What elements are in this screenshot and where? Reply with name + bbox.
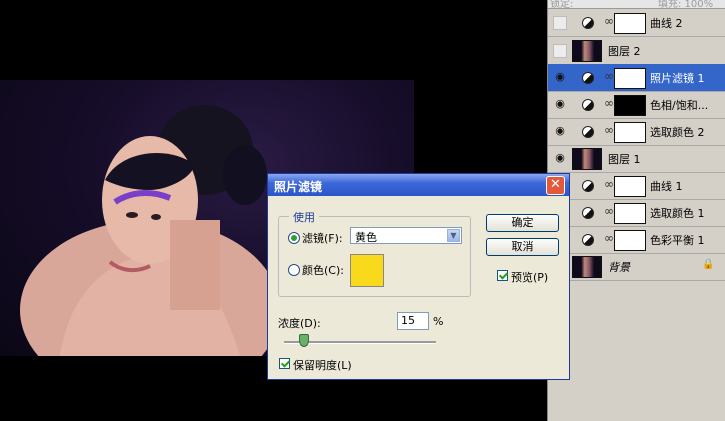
link-chain-icon: ∞ [604, 123, 614, 137]
color-radio-label[interactable]: 颜色(C): [302, 262, 344, 278]
link-chain-icon: ∞ [604, 14, 614, 28]
photo-filter-dialog: 照片滤镜 ✕ 使用 滤镜(F): 黄色 ▼ 颜色(C): 确定 取消 预览(P)… [267, 173, 570, 380]
layer-name: 色相/饱和... [650, 99, 709, 112]
density-slider-thumb[interactable] [299, 334, 309, 347]
use-group-label: 使用 [289, 209, 319, 225]
adjustment-layer-icon [582, 234, 594, 246]
visibility-toggle[interactable] [553, 16, 567, 30]
layer-row-curves-1[interactable]: ◉ ∞ 曲线 1 [548, 172, 725, 200]
layer-row-selective-color-2[interactable]: ◉ ∞ 选取颜色 2 [548, 118, 725, 146]
layer-mask-thumbnail[interactable] [614, 95, 646, 116]
layer-mask-thumbnail[interactable] [614, 68, 646, 89]
layer-row-background[interactable]: ◉ 背景 🔒 [548, 253, 725, 281]
link-chain-icon: ∞ [604, 204, 614, 218]
filter-select-value: 黄色 [355, 231, 377, 244]
layer-row-photo-filter-1[interactable]: ◉ ∞ 照片滤镜 1 [548, 64, 725, 92]
layer-mask-thumbnail[interactable] [614, 122, 646, 143]
layer-thumbnail [572, 256, 602, 278]
cancel-button[interactable]: 取消 [486, 238, 559, 256]
layer-name: 选取颜色 1 [650, 207, 705, 220]
layer-thumbnail [572, 148, 602, 170]
layer-row-selective-color-1[interactable]: ◉ ∞ 选取颜色 1 [548, 199, 725, 227]
layer-row-color-balance-1[interactable]: ◉ ∞ 色彩平衡 1 [548, 226, 725, 254]
lock-icon: 🔒 [702, 259, 715, 270]
chevron-down-icon[interactable]: ▼ [447, 229, 460, 242]
density-unit: % [433, 315, 444, 328]
preserve-luminosity-checkbox[interactable] [279, 358, 290, 369]
filter-select[interactable]: 黄色 ▼ [350, 227, 462, 244]
eye-icon[interactable]: ◉ [552, 151, 568, 165]
link-chain-icon: ∞ [604, 96, 614, 110]
layer-name: 照片滤镜 1 [650, 72, 705, 85]
filter-radio[interactable] [288, 232, 300, 244]
density-input[interactable]: 15 [397, 312, 429, 330]
dialog-title-bar[interactable]: 照片滤镜 ✕ [268, 174, 569, 196]
visibility-toggle[interactable] [553, 44, 567, 58]
layer-name: 色彩平衡 1 [650, 234, 705, 247]
eye-icon[interactable]: ◉ [552, 97, 568, 111]
layer-row-layer-2[interactable]: 图层 2 [548, 37, 725, 65]
fill-label: 填充: 100% [658, 0, 714, 9]
layer-name: 曲线 1 [650, 180, 683, 193]
lock-label: 锁定: [550, 0, 574, 9]
link-chain-icon: ∞ [604, 177, 614, 191]
layer-name: 图层 1 [608, 153, 641, 166]
layer-mask-thumbnail[interactable] [614, 13, 646, 34]
adjustment-layer-icon [582, 180, 594, 192]
eye-icon[interactable]: ◉ [552, 70, 568, 84]
preview-label[interactable]: 预览(P) [511, 269, 548, 285]
layers-top-bar: 锁定: 填充: 100% [548, 0, 725, 9]
dialog-title: 照片滤镜 [274, 180, 323, 194]
adjustment-layer-icon [582, 126, 594, 138]
preserve-luminosity-label[interactable]: 保留明度(L) [293, 357, 352, 373]
layer-name: 背景 [608, 261, 630, 274]
layer-mask-thumbnail[interactable] [614, 203, 646, 224]
ok-button[interactable]: 确定 [486, 214, 559, 232]
density-label: 浓度(D): [278, 317, 321, 330]
layers-panel: 锁定: 填充: 100% ∞ 曲线 2 图层 2 ◉ ∞ 照片滤镜 1 ◉ ∞ … [547, 0, 725, 421]
layer-name: 选取颜色 2 [650, 126, 705, 139]
color-radio[interactable] [288, 264, 300, 276]
layer-mask-thumbnail[interactable] [614, 230, 646, 251]
filter-radio-label[interactable]: 滤镜(F): [302, 230, 343, 246]
adjustment-layer-icon [582, 99, 594, 111]
color-swatch[interactable] [350, 254, 384, 287]
layer-row-hue-saturation[interactable]: ◉ ∞ 色相/饱和... [548, 91, 725, 119]
link-chain-icon: ∞ [604, 231, 614, 245]
layer-thumbnail [572, 40, 602, 62]
preview-checkbox[interactable] [497, 270, 508, 281]
layer-name: 曲线 2 [650, 17, 683, 30]
adjustment-layer-icon [582, 72, 594, 84]
layer-row-layer-1[interactable]: ◉ 图层 1 [548, 145, 725, 173]
adjustment-layer-icon [582, 17, 594, 29]
link-chain-icon: ∞ [604, 69, 614, 83]
eye-icon[interactable]: ◉ [552, 124, 568, 138]
layer-name: 图层 2 [608, 45, 641, 58]
layer-row-curves-2[interactable]: ∞ 曲线 2 [548, 9, 725, 37]
layer-mask-thumbnail[interactable] [614, 176, 646, 197]
adjustment-layer-icon [582, 207, 594, 219]
close-icon[interactable]: ✕ [546, 176, 565, 195]
